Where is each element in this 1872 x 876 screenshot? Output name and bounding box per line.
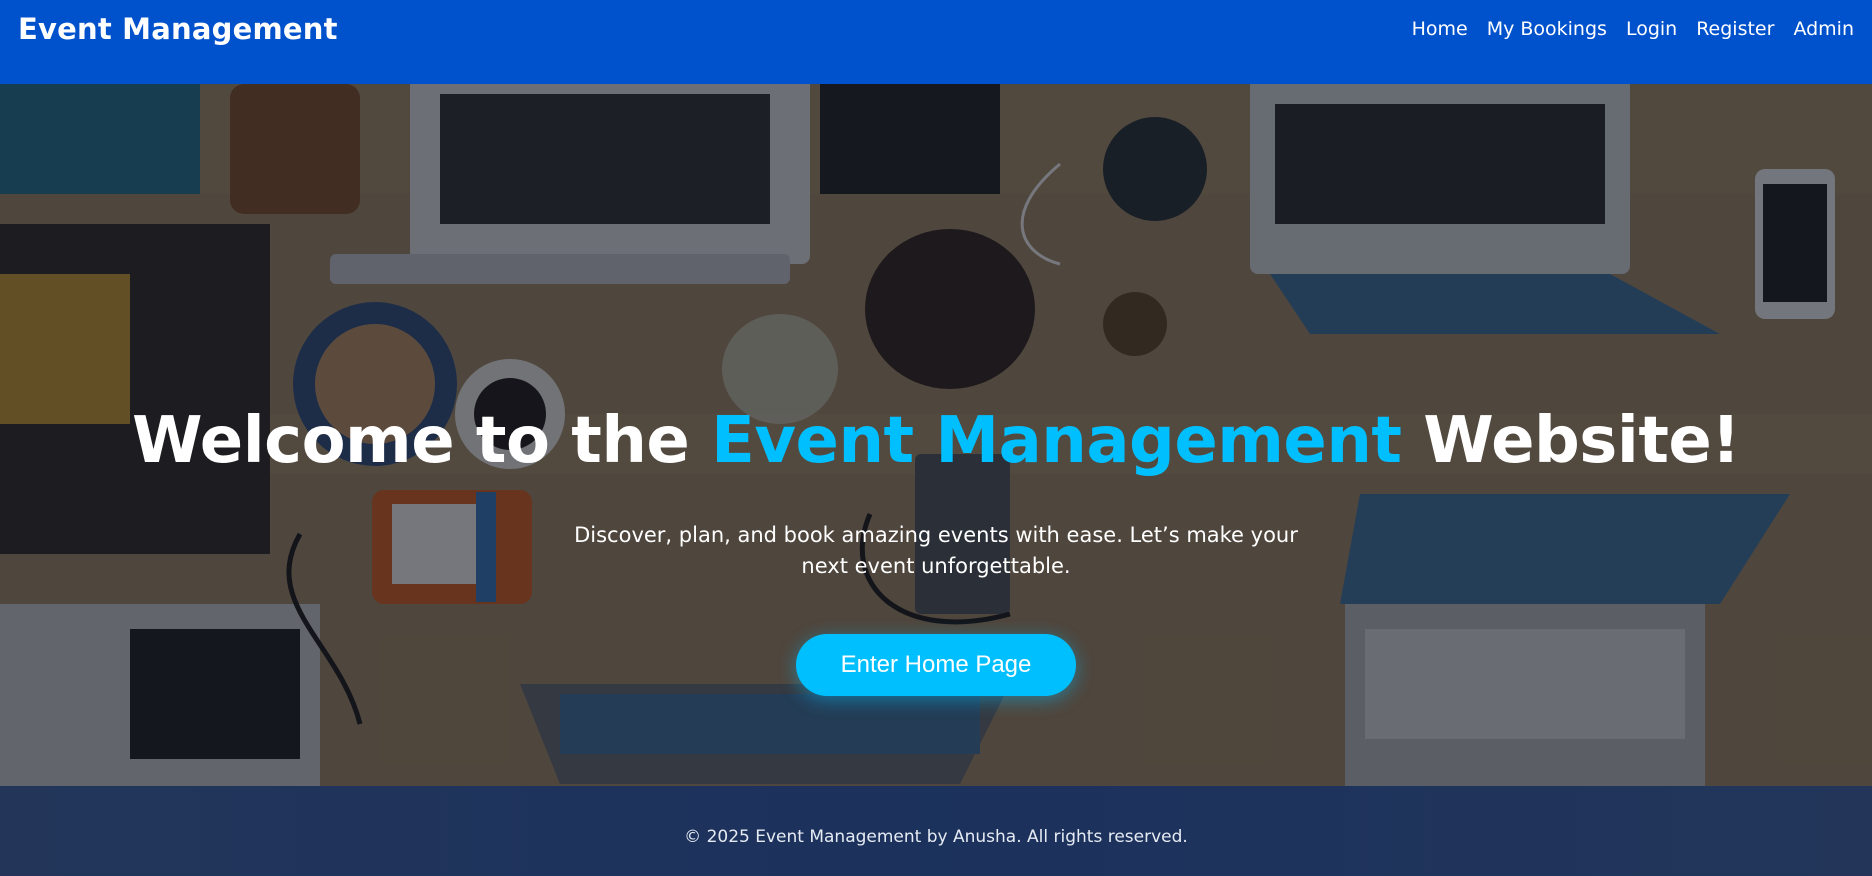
hero-section: Welcome to the Event Management Website!… xyxy=(0,84,1872,786)
hero-title-start: Welcome to the xyxy=(131,404,712,478)
brand-logo-text[interactable]: Event Management xyxy=(18,12,338,46)
hero-subtitle: Discover, plan, and book amazing events … xyxy=(574,523,1298,578)
nav-links: Home My Bookings Login Register Admin xyxy=(1412,12,1854,42)
nav-link-home[interactable]: Home xyxy=(1412,16,1468,42)
footer-copyright: © 2025 Event Management by Anusha. All r… xyxy=(684,827,1188,847)
navbar: Event Management Home My Bookings Login … xyxy=(0,0,1872,84)
hero-content: Welcome to the Event Management Website!… xyxy=(0,84,1872,786)
nav-link-my-bookings[interactable]: My Bookings xyxy=(1487,16,1607,42)
footer: © 2025 Event Management by Anusha. All r… xyxy=(0,786,1872,876)
hero-title-accent: Event Management xyxy=(711,404,1402,478)
hero-title: Welcome to the Event Management Website! xyxy=(131,402,1741,480)
hero-title-end: Website! xyxy=(1401,404,1741,478)
enter-home-page-button[interactable]: Enter Home Page xyxy=(796,634,1076,696)
nav-link-register[interactable]: Register xyxy=(1696,16,1774,42)
nav-link-login[interactable]: Login xyxy=(1626,16,1677,42)
nav-link-admin[interactable]: Admin xyxy=(1793,16,1854,42)
